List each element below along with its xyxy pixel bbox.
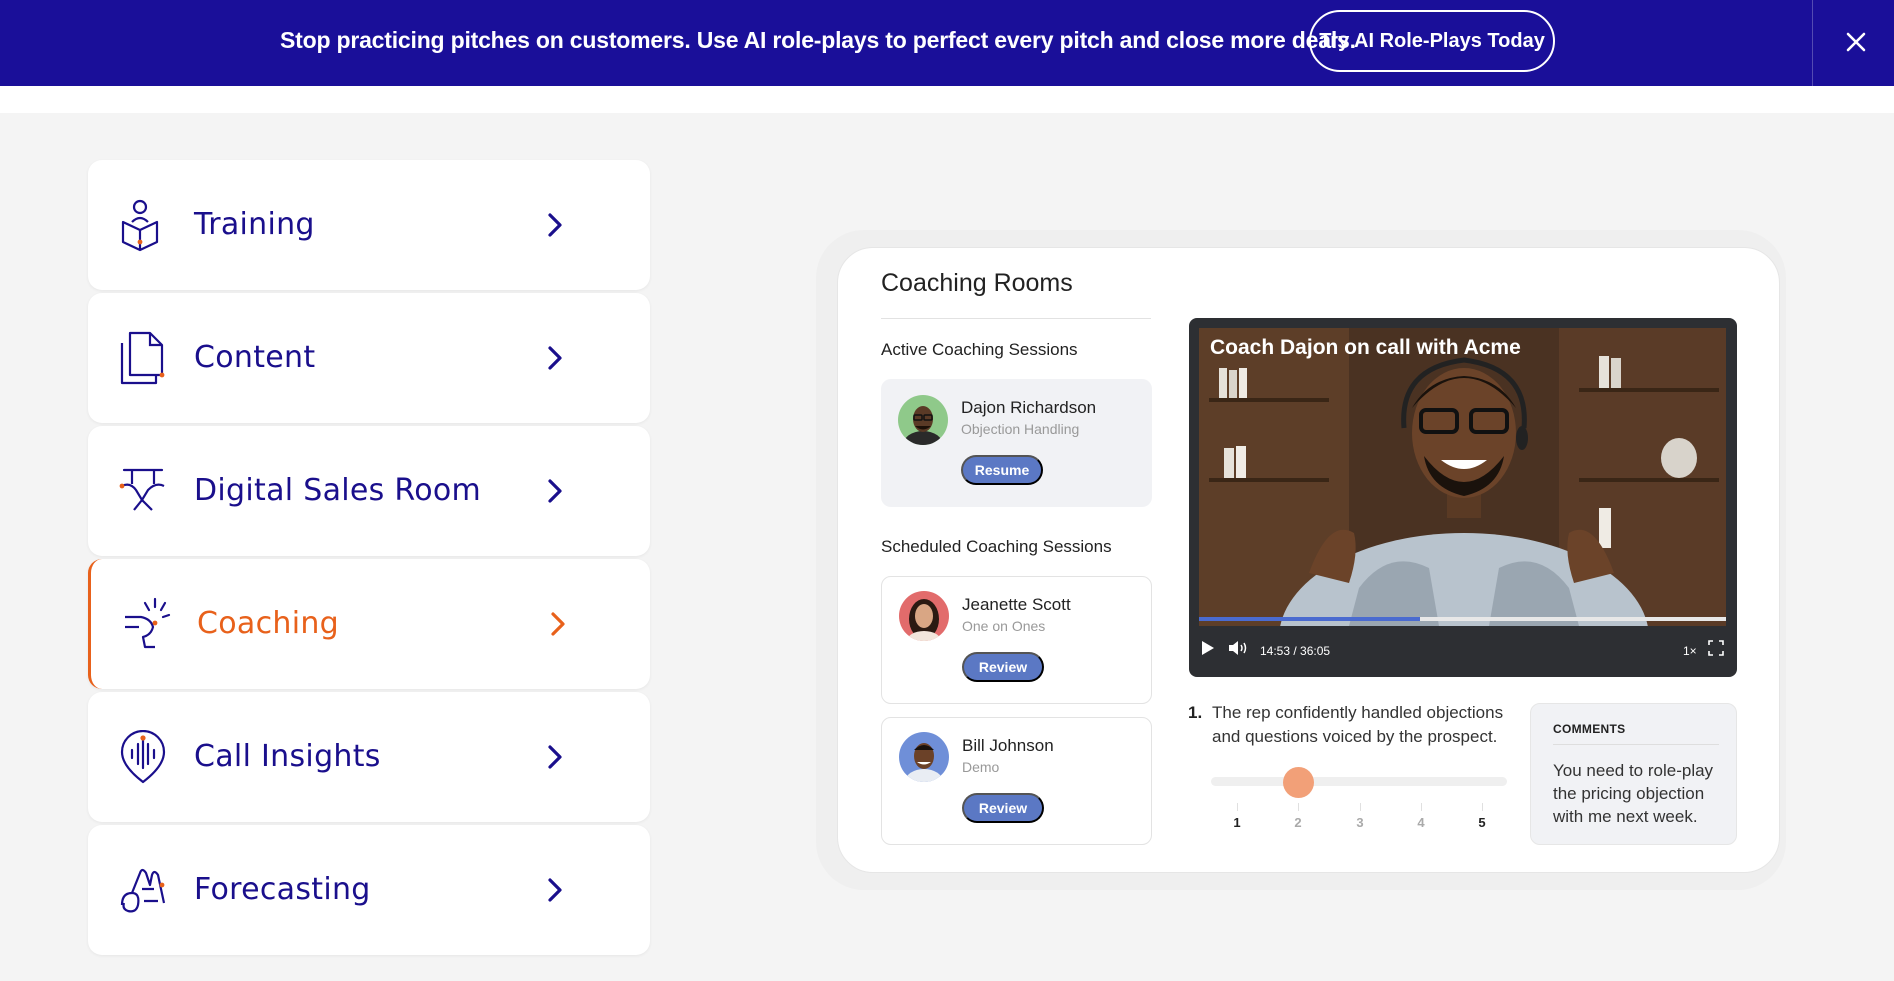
comments-heading: COMMENTS xyxy=(1553,722,1626,736)
review-button[interactable]: Review xyxy=(962,652,1044,682)
fullscreen-icon[interactable] xyxy=(1707,639,1725,657)
question-text: The rep confidently handled objections a… xyxy=(1212,703,1504,746)
comment-text: You need to role-play the pricing object… xyxy=(1553,761,1714,826)
video-progress-bar[interactable] xyxy=(1199,617,1726,621)
scheduled-session-card: Jeanette Scott One on Ones Review xyxy=(881,576,1152,704)
rating-tick xyxy=(1298,803,1299,811)
rating-tick xyxy=(1360,803,1361,811)
rating-tick-label[interactable]: 2 xyxy=(1288,815,1308,830)
session-type: One on Ones xyxy=(962,618,1046,634)
video-progress-fill xyxy=(1199,617,1421,621)
coaching-icon xyxy=(125,597,171,649)
rating-slider-thumb[interactable] xyxy=(1282,767,1314,798)
nav-item-call-insights[interactable]: Call Insights xyxy=(88,692,650,822)
playback-speed[interactable]: 1× xyxy=(1683,644,1697,658)
nav-item-content[interactable]: Content xyxy=(88,293,650,423)
avatar xyxy=(898,395,948,445)
rating-tick-label[interactable]: 3 xyxy=(1350,815,1370,830)
nav-label-forecasting: Forecasting xyxy=(194,872,371,907)
chevron-right-icon xyxy=(551,612,565,636)
close-icon[interactable] xyxy=(1838,24,1874,60)
question-number: 1. xyxy=(1188,703,1203,722)
divider xyxy=(1553,744,1719,745)
panel-title: Coaching Rooms xyxy=(881,269,1073,297)
header-strip xyxy=(0,86,1894,113)
rating-tick xyxy=(1482,803,1483,811)
promo-banner: Stop practicing pitches on customers. Us… xyxy=(0,0,1894,86)
chevron-right-icon xyxy=(548,745,562,769)
banner-message: Stop practicing pitches on customers. Us… xyxy=(280,27,1356,53)
video-time: 14:53 / 36:05 xyxy=(1260,644,1331,658)
nav-label-content: Content xyxy=(194,340,316,375)
rating-tick xyxy=(1237,803,1238,811)
session-name: Jeanette Scott xyxy=(962,595,1071,614)
nav-label-call-insights: Call Insights xyxy=(194,739,381,774)
chevron-right-icon xyxy=(548,346,562,370)
avatar xyxy=(899,732,949,782)
rating-tick-label[interactable]: 1 xyxy=(1227,815,1247,830)
scheduled-sessions-heading: Scheduled Coaching Sessions xyxy=(881,537,1112,556)
session-type: Demo xyxy=(962,759,1000,775)
rating-tick xyxy=(1421,803,1422,811)
nav-item-training[interactable]: Training xyxy=(88,160,650,290)
nav-label-training: Training xyxy=(194,207,315,242)
rating-tick-label[interactable]: 5 xyxy=(1472,815,1492,830)
nav-label-coaching: Coaching xyxy=(197,606,339,641)
nav-item-forecasting[interactable]: Forecasting xyxy=(88,825,650,955)
digital-sales-room-icon xyxy=(119,468,165,511)
session-type: Objection Handling xyxy=(961,421,1080,437)
rating-slider[interactable] xyxy=(1211,777,1507,786)
active-sessions-heading: Active Coaching Sessions xyxy=(881,340,1078,359)
training-icon xyxy=(121,199,159,252)
volume-icon[interactable] xyxy=(1227,638,1251,658)
try-ai-roleplays-button[interactable]: Try AI Role-Plays Today xyxy=(1309,10,1555,72)
comments-box: COMMENTS You need to role-play the prici… xyxy=(1530,703,1737,845)
chevron-right-icon xyxy=(548,878,562,902)
play-icon[interactable] xyxy=(1197,638,1217,658)
video-title: Coach Dajon on call with Acme xyxy=(1210,336,1521,359)
nav-item-digital-sales-room[interactable]: Digital Sales Room xyxy=(88,426,650,556)
nav-label-digital-sales-room: Digital Sales Room xyxy=(194,473,482,508)
active-session-card: Dajon Richardson Objection Handling Resu… xyxy=(881,379,1152,507)
forecasting-icon xyxy=(120,868,166,913)
resume-button[interactable]: Resume xyxy=(961,455,1043,485)
avatar xyxy=(899,591,949,641)
review-button[interactable]: Review xyxy=(962,793,1044,823)
divider xyxy=(881,318,1151,319)
scheduled-session-card: Bill Johnson Demo Review xyxy=(881,717,1152,845)
video-player[interactable] xyxy=(1189,318,1737,677)
session-name: Bill Johnson xyxy=(962,736,1054,755)
call-insights-icon xyxy=(120,730,166,784)
nav-item-coaching[interactable]: Coaching xyxy=(88,559,650,689)
video-frame xyxy=(1199,328,1726,626)
content-icon xyxy=(120,331,165,385)
banner-divider xyxy=(1812,0,1813,86)
chevron-right-icon xyxy=(548,213,562,237)
session-name: Dajon Richardson xyxy=(961,398,1097,417)
chevron-right-icon xyxy=(548,479,562,503)
rating-tick-label[interactable]: 4 xyxy=(1411,815,1431,830)
